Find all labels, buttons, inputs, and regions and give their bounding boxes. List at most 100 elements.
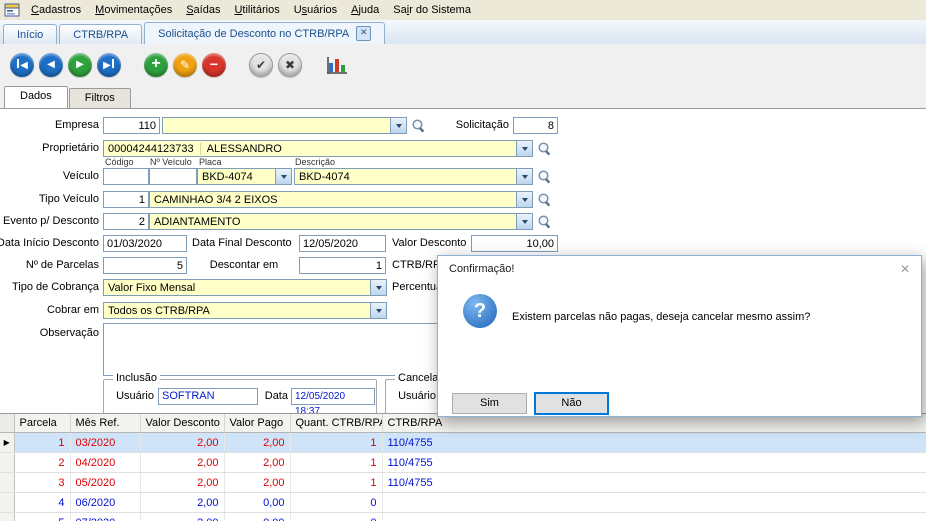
descontar-em-input[interactable] xyxy=(299,257,386,274)
col-header-parcela[interactable]: Parcela xyxy=(14,414,70,433)
grid-row[interactable]: ▶103/20202,002,001110/4755 xyxy=(0,433,926,453)
data-final-input[interactable] xyxy=(299,235,386,252)
grid-cell[interactable]: 2 xyxy=(14,453,70,473)
grid-cell[interactable]: 2,00 xyxy=(140,513,224,521)
nav-last-button[interactable]: ▶ xyxy=(97,53,121,77)
tipo-veiculo-combo[interactable]: CAMINHAO 3/4 2 EIXOS xyxy=(149,191,533,208)
edit-button[interactable]: ✎ xyxy=(173,53,197,77)
grid-cell[interactable]: 0,00 xyxy=(224,493,290,513)
row-indicator-cell[interactable]: ▶ xyxy=(0,433,14,453)
evento-combo[interactable]: ADIANTAMENTO xyxy=(149,213,533,230)
grid-row[interactable]: 406/20202,000,000 xyxy=(0,493,926,513)
solicitacao-input[interactable] xyxy=(513,117,558,134)
chevron-down-icon[interactable] xyxy=(275,169,291,184)
grid-cell[interactable]: 06/2020 xyxy=(70,493,140,513)
tab-solicitacao-desconto[interactable]: Solicitação de Desconto no CTRB/RPA ✕ xyxy=(144,22,385,44)
grid-row[interactable]: 204/20202,002,001110/4755 xyxy=(0,453,926,473)
close-icon[interactable]: ✕ xyxy=(900,262,910,276)
chart-button[interactable] xyxy=(325,55,349,76)
tab-inicio[interactable]: Início xyxy=(3,24,57,44)
menu-item[interactable]: Sair do Sistema xyxy=(386,2,478,18)
grid-cell[interactable]: 0,00 xyxy=(224,513,290,521)
proprietario-combo[interactable]: 00004244123733 ALESSANDRO xyxy=(103,140,533,157)
grid-cell[interactable]: 5 xyxy=(14,513,70,521)
grid-cell[interactable]: 2,00 xyxy=(140,473,224,493)
parcelas-input[interactable] xyxy=(103,257,187,274)
grid-cell[interactable]: 1 xyxy=(290,453,382,473)
grid-cell[interactable]: 2,00 xyxy=(140,493,224,513)
empresa-code-input[interactable] xyxy=(103,117,160,134)
empresa-combo[interactable] xyxy=(162,117,407,134)
chevron-down-icon[interactable] xyxy=(370,303,386,318)
chevron-down-icon[interactable] xyxy=(370,280,386,295)
row-indicator-cell[interactable] xyxy=(0,473,14,493)
grid-row[interactable]: 507/20202,000,000 xyxy=(0,513,926,521)
chevron-down-icon[interactable] xyxy=(516,141,532,156)
grid-cell[interactable]: 110/4755 xyxy=(382,453,926,473)
grid-cell[interactable]: 4 xyxy=(14,493,70,513)
grid-cell[interactable]: 0 xyxy=(290,513,382,521)
sim-button[interactable]: Sim xyxy=(452,393,527,414)
nav-next-button[interactable]: ▶ xyxy=(68,53,92,77)
grid-cell[interactable]: 2,00 xyxy=(140,453,224,473)
chevron-down-icon[interactable] xyxy=(516,214,532,229)
menu-item[interactable]: Ajuda xyxy=(344,2,386,18)
evento-code-input[interactable] xyxy=(103,213,149,230)
nao-button[interactable]: Não xyxy=(534,392,609,415)
col-header-quant-ctrb[interactable]: Quant. CTRB/RPA xyxy=(290,414,382,433)
data-inicio-input[interactable] xyxy=(103,235,187,252)
veiculo-search-icon[interactable] xyxy=(537,169,553,185)
tab-dados[interactable]: Dados xyxy=(4,86,68,108)
tab-close-icon[interactable]: ✕ xyxy=(356,26,371,41)
grid-cell[interactable]: 2,00 xyxy=(140,433,224,453)
menu-item[interactable]: Cadastros xyxy=(24,2,88,18)
grid-cell[interactable]: 110/4755 xyxy=(382,433,926,453)
grid-cell[interactable]: 1 xyxy=(290,473,382,493)
tab-filtros[interactable]: Filtros xyxy=(69,88,131,108)
col-header-mes-ref[interactable]: Mês Ref. xyxy=(70,414,140,433)
add-button[interactable]: + xyxy=(144,53,168,77)
chevron-down-icon[interactable] xyxy=(516,192,532,207)
grid-cell[interactable]: 2,00 xyxy=(224,473,290,493)
grid-cell[interactable]: 110/4755 xyxy=(382,473,926,493)
menu-item[interactable]: Usuários xyxy=(287,2,344,18)
menu-item[interactable]: Utilitários xyxy=(227,2,286,18)
proprietario-search-icon[interactable] xyxy=(537,141,553,157)
tipo-veiculo-code-input[interactable] xyxy=(103,191,149,208)
menu-item[interactable]: Saídas xyxy=(179,2,227,18)
delete-button[interactable]: − xyxy=(202,53,226,77)
grid-cell[interactable]: 3 xyxy=(14,473,70,493)
tipo-cobranca-combo[interactable]: Valor Fixo Mensal xyxy=(103,279,387,296)
chevron-down-icon[interactable] xyxy=(390,118,406,133)
nav-first-button[interactable]: ◀ xyxy=(10,53,34,77)
grid-cell[interactable]: 04/2020 xyxy=(70,453,140,473)
grid-cell[interactable]: 1 xyxy=(290,433,382,453)
row-indicator-cell[interactable] xyxy=(0,453,14,473)
menu-item[interactable]: Movimentações xyxy=(88,2,179,18)
empresa-search-icon[interactable] xyxy=(411,118,427,134)
grid-cell[interactable]: 2,00 xyxy=(224,433,290,453)
confirm-button[interactable]: ✔ xyxy=(249,53,273,77)
valor-desconto-input[interactable] xyxy=(471,235,558,252)
grid-cell[interactable]: 07/2020 xyxy=(70,513,140,521)
row-indicator-cell[interactable] xyxy=(0,513,14,521)
col-header-valor-pago[interactable]: Valor Pago xyxy=(224,414,290,433)
grid-cell[interactable]: 1 xyxy=(14,433,70,453)
row-indicator-cell[interactable] xyxy=(0,493,14,513)
col-header-valor-desconto[interactable]: Valor Desconto xyxy=(140,414,224,433)
grid-cell[interactable] xyxy=(382,513,926,521)
veiculo-placa-combo[interactable]: BKD-4074 xyxy=(197,168,292,185)
grid-cell[interactable]: 03/2020 xyxy=(70,433,140,453)
grid-cell[interactable] xyxy=(382,493,926,513)
tipo-veiculo-search-icon[interactable] xyxy=(537,192,553,208)
veiculo-descricao-combo[interactable]: BKD-4074 xyxy=(294,168,533,185)
veiculo-numero-input[interactable] xyxy=(149,168,197,185)
cancel-button[interactable]: ✖ xyxy=(278,53,302,77)
grid-cell[interactable]: 05/2020 xyxy=(70,473,140,493)
grid-cell[interactable]: 2,00 xyxy=(224,453,290,473)
cobrar-em-combo[interactable]: Todos os CTRB/RPA xyxy=(103,302,387,319)
chevron-down-icon[interactable] xyxy=(516,169,532,184)
grid-row[interactable]: 305/20202,002,001110/4755 xyxy=(0,473,926,493)
veiculo-codigo-input[interactable] xyxy=(103,168,149,185)
nav-previous-button[interactable]: ◀ xyxy=(39,53,63,77)
